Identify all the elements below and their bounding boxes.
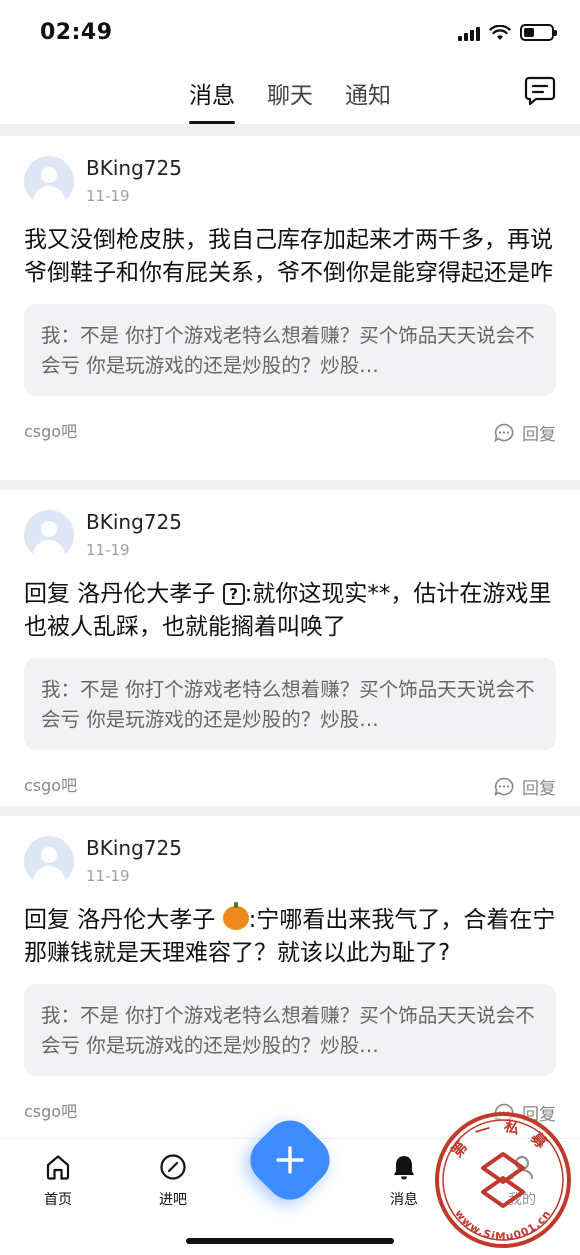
question-box-emoji: ? bbox=[222, 583, 245, 605]
post-date: 11-19 bbox=[86, 541, 130, 559]
username[interactable]: BKing725 bbox=[86, 156, 182, 180]
quoted-original[interactable]: 我：不是 你打个游戏老特么想着赚？买个饰品天天说会不会亏 你是玩游戏的还是炒股的… bbox=[24, 304, 556, 396]
message-text: 我又没倒枪皮肤，我自己库存加起来才两千多，再说爷倒鞋子和你有屁关系，爷不倒你是能… bbox=[24, 227, 553, 286]
avatar[interactable] bbox=[24, 156, 74, 206]
bell-icon bbox=[394, 1156, 414, 1180]
message-card: BKing725 11-19 我又没倒枪皮肤，我自己库存加起来才两千多，再说爷倒… bbox=[0, 156, 580, 446]
post-date: 11-19 bbox=[86, 187, 130, 205]
pumpkin-emoji bbox=[222, 902, 249, 930]
nav-home[interactable]: 首页 bbox=[18, 1153, 98, 1209]
battery-icon bbox=[520, 24, 557, 41]
nav-explore-label: 进吧 bbox=[159, 1192, 187, 1208]
top-navigation: 消息 聊天 通知 bbox=[0, 66, 580, 124]
home-icon bbox=[46, 1155, 70, 1180]
quoted-original[interactable]: 我：不是 你打个游戏老特么想着赚？买个饰品天天说会不会亏 你是玩游戏的还是炒股的… bbox=[24, 658, 556, 750]
message-card: BKing725 11-19 回复 洛丹伦大孝子 ?:就你这现实**，估计在游戏… bbox=[0, 510, 580, 800]
tab-bar: 消息 聊天 通知 bbox=[0, 76, 580, 124]
message-text: 回复 洛丹伦大孝子 ?:就你这现实**，估计在游戏里也被人乱踩，也就能搁着叫唤了 bbox=[24, 578, 556, 644]
avatar[interactable] bbox=[24, 836, 74, 886]
reply-target: 回复 洛丹伦大孝子 bbox=[24, 581, 216, 607]
username[interactable]: BKing725 bbox=[86, 510, 182, 534]
section-divider bbox=[0, 124, 580, 136]
reply-target: 回复 洛丹伦大孝子 bbox=[24, 907, 216, 933]
nav-explore[interactable]: 进吧 bbox=[133, 1153, 213, 1209]
comment-icon bbox=[494, 423, 514, 442]
message-text: 回复 洛丹伦大孝子 :宁哪看出来我气了，合着在宁那赚钱就是天理难容了？就该以此为… bbox=[24, 902, 556, 970]
post-date: 11-19 bbox=[86, 867, 130, 885]
status-icons bbox=[458, 24, 557, 41]
comment-icon bbox=[494, 777, 514, 796]
username[interactable]: BKing725 bbox=[86, 836, 182, 860]
status-time: 02:49 bbox=[40, 20, 113, 45]
home-indicator[interactable] bbox=[186, 1238, 394, 1244]
wifi-icon bbox=[489, 24, 511, 40]
compass-icon bbox=[160, 1154, 186, 1180]
nav-messages-label: 消息 bbox=[390, 1192, 418, 1208]
nav-home-label: 首页 bbox=[44, 1192, 72, 1208]
tab-notifications[interactable]: 通知 bbox=[345, 76, 391, 124]
chat-bubble-icon[interactable] bbox=[524, 76, 556, 106]
avatar[interactable] bbox=[24, 510, 74, 560]
message-card: BKing725 11-19 回复 洛丹伦大孝子 :宁哪看出来我气了，合着在宁那… bbox=[0, 836, 580, 1126]
status-bar: 02:49 bbox=[0, 0, 580, 66]
reply-button[interactable]: 回复 bbox=[494, 420, 556, 445]
reply-button[interactable]: 回复 bbox=[494, 774, 556, 799]
tab-messages[interactable]: 消息 bbox=[189, 76, 235, 124]
reply-label: 回复 bbox=[522, 425, 556, 445]
watermark-stamp: 第一私募 www.SiMu001.cn bbox=[435, 1112, 571, 1248]
forum-name[interactable]: csgo吧 bbox=[24, 1098, 77, 1122]
reply-label: 回复 bbox=[522, 779, 556, 799]
quoted-original[interactable]: 我：不是 你打个游戏老特么想着赚？买个饰品天天说会不会亏 你是玩游戏的还是炒股的… bbox=[24, 984, 556, 1076]
section-divider bbox=[0, 480, 580, 490]
forum-name[interactable]: csgo吧 bbox=[24, 772, 77, 796]
nav-messages[interactable]: 消息 bbox=[364, 1153, 444, 1209]
tab-chat[interactable]: 聊天 bbox=[267, 76, 313, 124]
forum-name[interactable]: csgo吧 bbox=[24, 418, 77, 442]
battery-level bbox=[524, 28, 535, 37]
section-divider bbox=[0, 806, 580, 816]
cellular-signal-icon bbox=[458, 25, 480, 41]
